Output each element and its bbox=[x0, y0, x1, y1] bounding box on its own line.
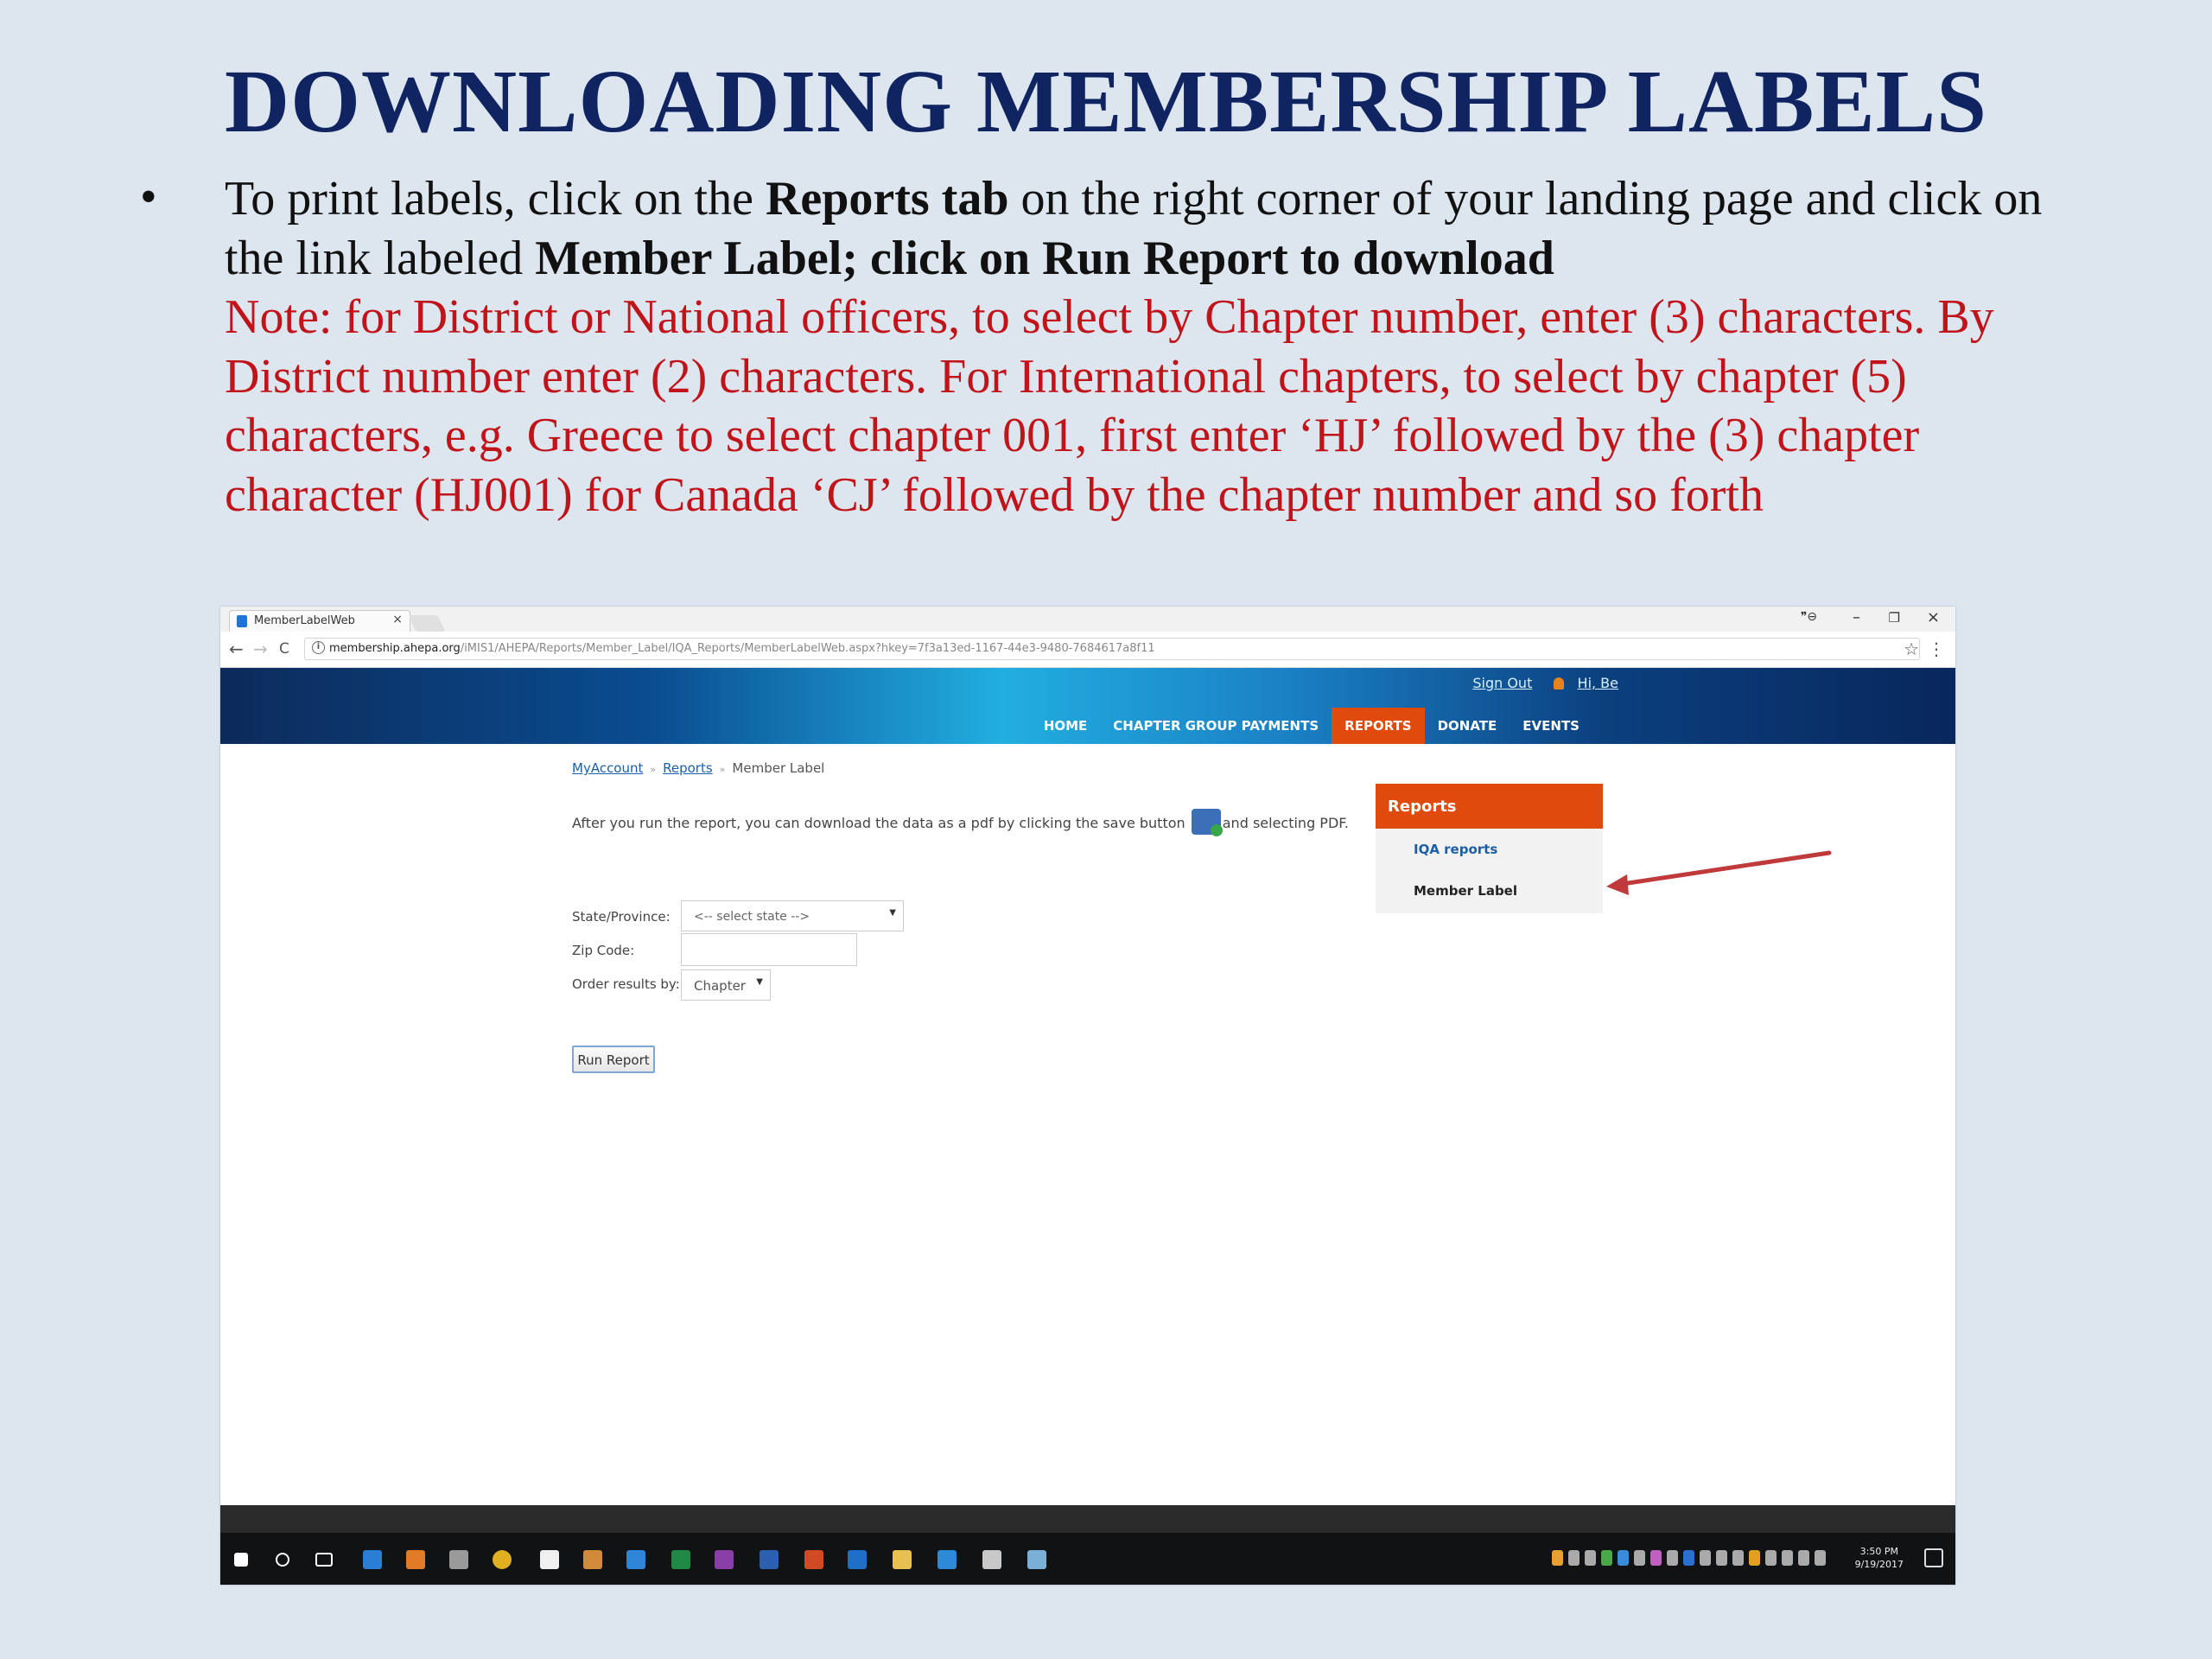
calendar-icon[interactable] bbox=[540, 1550, 559, 1569]
tray-icon[interactable] bbox=[1634, 1550, 1645, 1566]
new-tab-button[interactable] bbox=[408, 615, 446, 632]
calculator-icon[interactable] bbox=[449, 1550, 468, 1569]
info-app-icon[interactable] bbox=[938, 1550, 957, 1569]
tray-icon[interactable] bbox=[1765, 1550, 1777, 1566]
tray-icon[interactable] bbox=[1552, 1550, 1563, 1566]
maximize-icon[interactable]: ❐ bbox=[1889, 610, 1900, 626]
main-nav: HOME CHAPTER GROUP PAYMENTS REPORTS DONA… bbox=[1031, 708, 1592, 744]
address-bar: ← → C i membership.ahepa.org/iMIS1/AHEPA… bbox=[220, 632, 1955, 668]
minimize-icon[interactable]: – bbox=[1853, 608, 1860, 626]
zip-input[interactable] bbox=[681, 933, 857, 966]
windows-taskbar: 3:50 PM 9/19/2017 bbox=[220, 1533, 1955, 1585]
slide-title: DOWNLOADING MEMBERSHIP LABELS bbox=[225, 52, 1987, 151]
paint-icon[interactable] bbox=[982, 1550, 1001, 1569]
close-window-icon[interactable]: × bbox=[1927, 608, 1940, 626]
system-tray bbox=[1552, 1550, 1826, 1566]
instruction-text: After you run the report, you can downlo… bbox=[572, 807, 1350, 840]
nav-reports[interactable]: REPORTS bbox=[1332, 708, 1425, 744]
tray-icon[interactable] bbox=[1732, 1550, 1744, 1566]
reload-icon[interactable]: C bbox=[279, 640, 289, 658]
search-icon[interactable] bbox=[276, 1553, 289, 1567]
browser-menu-icon[interactable]: ⋮ bbox=[1928, 639, 1945, 659]
favicon-icon bbox=[237, 615, 247, 627]
profile-icon[interactable]: ❞⊖ bbox=[1801, 610, 1817, 624]
run-report-button[interactable]: Run Report bbox=[572, 1046, 655, 1073]
slide-note: Note: for District or National officers,… bbox=[225, 290, 1994, 522]
file-explorer-icon[interactable] bbox=[893, 1550, 912, 1569]
outlook-icon[interactable] bbox=[848, 1550, 867, 1569]
back-icon[interactable]: ← bbox=[229, 639, 244, 659]
chevron-down-icon: ▼ bbox=[756, 977, 763, 987]
state-label: State/Province: bbox=[572, 909, 671, 925]
tray-icon[interactable] bbox=[1683, 1550, 1694, 1566]
start-icon[interactable] bbox=[234, 1553, 248, 1567]
tab-close-icon[interactable]: × bbox=[392, 613, 403, 626]
slide-body: To print labels, click on the Reports ta… bbox=[225, 172, 2043, 522]
breadcrumb: MyAccount» Reports» Member Label bbox=[572, 760, 825, 776]
tray-icon[interactable] bbox=[1700, 1550, 1711, 1566]
order-label: Order results by: bbox=[572, 976, 680, 992]
page-footer-bar bbox=[220, 1505, 1955, 1533]
firefox-icon[interactable] bbox=[406, 1550, 425, 1569]
side-link-member-label[interactable]: Member Label bbox=[1376, 870, 1603, 912]
side-panel-title: Reports bbox=[1376, 784, 1603, 829]
nav-events[interactable]: EVENTS bbox=[1510, 708, 1592, 744]
powerpoint-icon[interactable] bbox=[804, 1550, 823, 1569]
browser-screenshot: MemberLabelWeb × ❞⊖ – ❐ × ← → C i member… bbox=[220, 607, 1955, 1585]
bullet-marker: • bbox=[140, 170, 157, 224]
state-select[interactable]: <-- select state --> ▼ bbox=[681, 900, 904, 931]
breadcrumb-current: Member Label bbox=[732, 760, 825, 776]
tray-icon[interactable] bbox=[1568, 1550, 1580, 1566]
tab-title: MemberLabelWeb bbox=[254, 614, 355, 627]
bookmark-star-icon[interactable]: ☆ bbox=[1904, 639, 1919, 659]
reports-side-panel: Reports IQA reports Member Label bbox=[1376, 784, 1603, 913]
nav-donate[interactable]: DONATE bbox=[1425, 708, 1510, 744]
chevron-down-icon: ▼ bbox=[889, 908, 896, 918]
task-view-icon[interactable] bbox=[315, 1553, 333, 1567]
chrome-icon[interactable] bbox=[493, 1550, 512, 1569]
tray-icon[interactable] bbox=[1667, 1550, 1678, 1566]
breadcrumb-myaccount[interactable]: MyAccount bbox=[572, 760, 643, 776]
nav-home[interactable]: HOME bbox=[1031, 708, 1100, 744]
excel-icon[interactable] bbox=[671, 1550, 690, 1569]
snipping-icon[interactable] bbox=[1027, 1550, 1046, 1569]
tray-icon[interactable] bbox=[1585, 1550, 1596, 1566]
tray-icon[interactable] bbox=[1601, 1550, 1612, 1566]
order-select[interactable]: Chapter ▼ bbox=[681, 969, 771, 1001]
info-icon[interactable]: i bbox=[312, 641, 325, 654]
user-icon bbox=[1554, 677, 1565, 690]
sign-out-link[interactable]: Sign Out bbox=[1472, 675, 1532, 691]
account-links: Sign Out Hi, Be bbox=[1472, 675, 1618, 691]
site-header: Sign Out Hi, Be HOME CHAPTER GROUP PAYME… bbox=[220, 668, 1955, 744]
tray-icon[interactable] bbox=[1749, 1550, 1760, 1566]
forward-icon[interactable]: → bbox=[253, 639, 268, 659]
nav-chapter-group-payments[interactable]: CHAPTER GROUP PAYMENTS bbox=[1100, 708, 1332, 744]
browser-tab[interactable]: MemberLabelWeb × bbox=[229, 610, 410, 632]
tray-icon[interactable] bbox=[1716, 1550, 1727, 1566]
tray-icon[interactable] bbox=[1650, 1550, 1662, 1566]
volume-icon[interactable] bbox=[1815, 1550, 1826, 1566]
network-icon[interactable] bbox=[1798, 1550, 1809, 1566]
annotation-arrow bbox=[1606, 850, 1832, 895]
skype-icon[interactable] bbox=[626, 1550, 645, 1569]
tray-icon[interactable] bbox=[1618, 1550, 1629, 1566]
browser-tabbar: MemberLabelWeb × ❞⊖ – ❐ × bbox=[220, 607, 1955, 632]
breadcrumb-reports[interactable]: Reports bbox=[663, 760, 713, 776]
user-link[interactable]: Hi, Be bbox=[1578, 675, 1618, 691]
onenote-icon[interactable] bbox=[715, 1550, 734, 1569]
tray-icon[interactable] bbox=[1782, 1550, 1793, 1566]
edge-icon[interactable] bbox=[363, 1550, 382, 1569]
zip-label: Zip Code: bbox=[572, 943, 635, 958]
notification-icon[interactable] bbox=[1924, 1548, 1943, 1567]
taskbar-clock[interactable]: 3:50 PM 9/19/2017 bbox=[1855, 1545, 1904, 1571]
word-icon[interactable] bbox=[760, 1550, 779, 1569]
save-icon bbox=[1191, 809, 1223, 836]
side-link-iqa-reports[interactable]: IQA reports bbox=[1376, 829, 1603, 870]
app-icon[interactable] bbox=[583, 1550, 602, 1569]
url-input[interactable]: i membership.ahepa.org/iMIS1/AHEPA/Repor… bbox=[304, 638, 1920, 660]
